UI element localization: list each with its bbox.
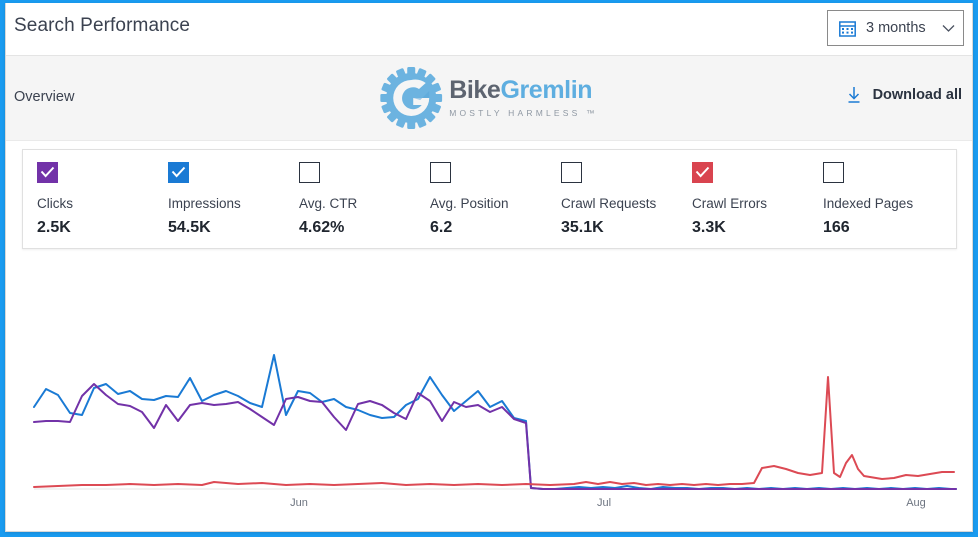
calendar-icon bbox=[839, 20, 856, 37]
metric-checkbox[interactable] bbox=[561, 162, 582, 183]
download-all-button[interactable]: Download all bbox=[847, 86, 962, 104]
metric-checkbox[interactable] bbox=[823, 162, 844, 183]
metric-label: Indexed Pages bbox=[823, 196, 914, 211]
metric-indexed-pages[interactable]: Indexed Pages 166 bbox=[823, 162, 954, 248]
metric-value: 4.62% bbox=[299, 219, 345, 236]
chevron-down-icon bbox=[942, 24, 955, 32]
metric-label: Impressions bbox=[168, 196, 241, 211]
x-axis-tick-label: Jul bbox=[597, 497, 611, 509]
app-root: Search Performance 3 months Overview Bik… bbox=[0, 0, 978, 537]
download-arrow-icon bbox=[848, 87, 860, 103]
page-title: Search Performance bbox=[14, 15, 191, 36]
metric-avg-position[interactable]: Avg. Position 6.2 bbox=[430, 162, 561, 248]
metric-value: 166 bbox=[823, 219, 850, 236]
metric-label: Crawl Requests bbox=[561, 196, 657, 211]
metric-checkbox[interactable] bbox=[692, 162, 713, 183]
overview-band: Overview BikeGremlin MOSTLY HARMLESS ™ D… bbox=[6, 56, 972, 141]
metric-crawl-errors[interactable]: Crawl Errors 3.3K bbox=[692, 162, 823, 248]
metric-checkbox[interactable] bbox=[37, 162, 58, 183]
metric-checkbox[interactable] bbox=[299, 162, 320, 183]
chart-canvas: Jun Jul Aug bbox=[33, 354, 957, 509]
metric-crawl-requests[interactable]: Crawl Requests 35.1K bbox=[561, 162, 692, 248]
overview-label: Overview bbox=[14, 89, 75, 105]
logo-tagline: MOSTLY HARMLESS ™ bbox=[449, 108, 598, 118]
metrics-row: Clicks 2.5K Impressions 54.5K Avg. CTR 4.62% A… bbox=[23, 150, 956, 248]
logo-word-bike: Bike bbox=[449, 76, 501, 104]
check-icon bbox=[40, 166, 55, 178]
metric-checkbox[interactable] bbox=[168, 162, 189, 183]
metric-label: Crawl Errors bbox=[692, 196, 768, 211]
metric-value: 54.5K bbox=[168, 219, 211, 236]
date-range-value: 3 months bbox=[866, 20, 926, 36]
logo-word-gremlin: Gremlin bbox=[500, 76, 593, 104]
metric-checkbox[interactable] bbox=[430, 162, 451, 183]
check-icon bbox=[171, 166, 186, 178]
x-axis-tick-label: Jun bbox=[290, 497, 308, 509]
metric-avg-ctr[interactable]: Avg. CTR 4.62% bbox=[299, 162, 430, 248]
date-range-select[interactable]: 3 months bbox=[827, 10, 964, 46]
metric-value: 6.2 bbox=[430, 219, 453, 236]
chart-series-crawl-errors bbox=[33, 376, 955, 488]
metric-value: 2.5K bbox=[37, 219, 71, 236]
metric-clicks[interactable]: Clicks 2.5K bbox=[37, 162, 168, 248]
metric-value: 35.1K bbox=[561, 219, 604, 236]
metric-impressions[interactable]: Impressions 54.5K bbox=[168, 162, 299, 248]
check-icon bbox=[695, 166, 710, 178]
metrics-card: Clicks 2.5K Impressions 54.5K Avg. CTR 4.62% A… bbox=[22, 149, 957, 249]
performance-chart[interactable]: Jun Jul Aug bbox=[6, 258, 972, 530]
metric-value: 3.3K bbox=[692, 219, 726, 236]
download-all-label: Download all bbox=[872, 87, 962, 103]
x-axis-tick-label: Aug bbox=[906, 497, 926, 509]
bikegremlin-logo: BikeGremlin MOSTLY HARMLESS ™ bbox=[380, 67, 598, 129]
chart-series-impressions bbox=[33, 354, 957, 490]
metric-label: Clicks bbox=[37, 196, 73, 211]
titlebar: Search Performance 3 months bbox=[6, 3, 972, 56]
gear-g-icon bbox=[380, 67, 443, 129]
metric-label: Avg. CTR bbox=[299, 196, 358, 211]
metric-label: Avg. Position bbox=[430, 196, 509, 211]
search-performance-window: Search Performance 3 months Overview Bik… bbox=[5, 3, 973, 532]
